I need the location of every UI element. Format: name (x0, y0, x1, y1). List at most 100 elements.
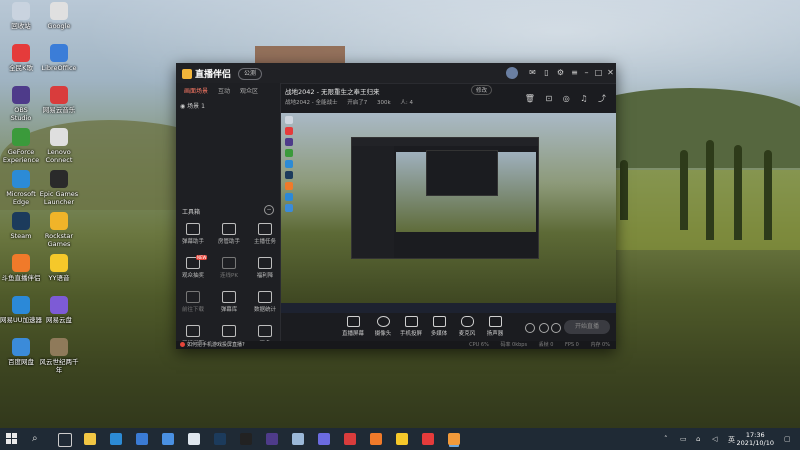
stream-preview[interactable] (281, 113, 616, 313)
preview-taskbar (281, 303, 616, 313)
desktop-icon[interactable]: 回收站 (0, 2, 42, 30)
tool-item[interactable]: 连线PK (212, 257, 246, 279)
tool-icon (258, 325, 272, 337)
menu-icon[interactable]: ≡ (570, 68, 579, 77)
settings-icon[interactable]: ⚙ (556, 68, 565, 77)
desktop-icon[interactable]: 全民K歌 (0, 44, 42, 72)
taskbar-mail-icon[interactable] (162, 433, 174, 445)
desktop-icon[interactable]: 网易云盘 (38, 296, 80, 324)
eye-icon[interactable]: ◉ (180, 103, 185, 110)
settings-icon[interactable] (551, 323, 561, 333)
desktop-icon[interactable]: Rockstar Games (38, 212, 80, 248)
tool-item[interactable]: 弹幕助手 (176, 223, 210, 245)
taskbar-record-icon[interactable] (422, 433, 434, 445)
desktop-icon[interactable]: 百度网盘 (0, 338, 42, 366)
tool-item[interactable]: 福利降 (248, 257, 282, 279)
notification-icon[interactable]: ▢ (784, 435, 791, 443)
tool-item[interactable]: 弹幕库 (212, 291, 246, 313)
desktop-icon[interactable]: Lenovo Connect (38, 128, 80, 164)
windows-taskbar: ⌕ ˄ ▭ ⌂ ◁ 英 17:36 2021/10/10 ▢ (0, 428, 800, 450)
taskbar-explorer-icon[interactable] (84, 433, 96, 445)
desktop-icon[interactable]: GeForce Experience (0, 128, 42, 164)
close-icon[interactable]: ✕ (606, 68, 615, 77)
desktop-icon-label: 斗鱼直播伴侣 (1, 274, 41, 282)
desktop-icon-label: 网易云盘 (46, 316, 72, 324)
main-content: 战地2042 - 无限重生之奉王归来 修改 战地2042 - 全能战士 开启了7… (281, 83, 616, 349)
sidebar: 画面场景 互动 观众区 ◉ 场景 1 工具箱 − 弹幕助手 房管助手 主播任务 观众抽… (176, 83, 281, 349)
record-icon[interactable] (525, 323, 535, 333)
tab-scenes[interactable]: 画面场景 (184, 86, 208, 95)
clock[interactable]: 17:36 2021/10/10 (737, 431, 774, 447)
start-live-button[interactable]: 开始直播 (564, 320, 610, 334)
maximize-icon[interactable]: □ (594, 68, 603, 77)
taskbar-dell-icon[interactable] (188, 433, 200, 445)
tool-icon (186, 325, 200, 337)
tab-audience[interactable]: 观众区 (240, 86, 258, 95)
desktop-icon[interactable]: Epic Games Launcher (38, 170, 80, 206)
tray-chevron-icon[interactable]: ˄ (664, 435, 668, 443)
message-icon[interactable]: ✉ (528, 68, 537, 77)
ime-icon[interactable]: 英 (728, 435, 735, 445)
tool-item[interactable]: 前往下载 (176, 291, 210, 313)
taskbar-qq-icon[interactable] (318, 433, 330, 445)
mobile-icon[interactable]: ▯ (542, 68, 551, 77)
tab-interact[interactable]: 互动 (218, 86, 230, 95)
desktop-icon[interactable]: 风云世纪两千年 (38, 338, 80, 374)
beta-badge[interactable]: 公测 (238, 68, 263, 80)
taskbar-network-icon[interactable] (292, 433, 304, 445)
edit-title-button[interactable]: 修改 (471, 85, 493, 95)
scene-item[interactable]: ◉ 场景 1 (180, 101, 205, 110)
taskbar-yy-icon[interactable] (396, 433, 408, 445)
notice-link[interactable]: 如何把手机游戏投屏直播? (180, 341, 245, 348)
desktop-icon-label: 全民K歌 (9, 64, 33, 72)
screen-capture-button[interactable]: 直播屏幕 (337, 316, 369, 337)
meta-category[interactable]: 战地2042 - 全能战士 (285, 100, 337, 106)
title-bar: 直播伴侣 公测 ✉ ▯ ⚙ ≡ – □ ✕ (176, 63, 616, 84)
bell-icon[interactable]: ♫ (580, 94, 587, 103)
share-icon[interactable]: ⤴ (598, 94, 606, 103)
desktop-icon[interactable]: 网易UU加速器 (0, 296, 42, 324)
battery-icon[interactable]: ▭ (680, 435, 687, 443)
collapse-icon[interactable]: − (264, 205, 274, 215)
taskbar-app-icon[interactable] (448, 433, 460, 445)
desktop-icon[interactable]: 斗鱼直播伴侣 (0, 254, 42, 282)
taskbar-epic-icon[interactable] (240, 433, 252, 445)
desktop-icon[interactable]: YY语音 (38, 254, 80, 282)
tool-item[interactable]: 数据统计 (248, 291, 282, 313)
stream-title[interactable]: 战地2042 - 无限重生之奉王归来 (285, 86, 380, 96)
desktop-icon[interactable]: 网易云音乐 (38, 86, 80, 114)
camera-icon[interactable]: ◎ (563, 94, 570, 103)
speaker-button[interactable]: 扬声器 (479, 316, 511, 337)
avatar[interactable] (506, 67, 518, 79)
tool-item[interactable]: 观众抽奖 NEW (176, 255, 210, 279)
taskbar-store-icon[interactable] (136, 433, 148, 445)
taskbar-edge-icon[interactable] (110, 433, 122, 445)
desktop-icon[interactable]: LibreOffice (38, 44, 80, 72)
tool-icon (186, 291, 200, 303)
task-view-icon[interactable] (58, 433, 72, 447)
desktop-icon-label: Microsoft Edge (6, 190, 36, 206)
tool-icon (222, 325, 236, 337)
app-icon (12, 338, 30, 356)
nested-window-inner (426, 150, 498, 196)
taskbar-obs-icon[interactable] (266, 433, 278, 445)
clip-icon[interactable] (539, 323, 549, 333)
tool-item[interactable]: 主播任务 (248, 223, 282, 245)
delete-icon[interactable]: 🗑 (525, 94, 535, 103)
taskbar-steam-icon[interactable] (214, 433, 226, 445)
tool-item[interactable]: 房管助手 (212, 223, 246, 245)
minimize-icon[interactable]: – (582, 68, 591, 77)
taskbar-netease-icon[interactable] (344, 433, 356, 445)
lock-icon[interactable]: ⊡ (546, 94, 553, 103)
desktop-icon[interactable]: OBS Studio (0, 86, 42, 122)
desktop-icon[interactable]: Microsoft Edge (0, 170, 42, 206)
desktop-icon[interactable]: Google (38, 2, 80, 30)
volume-icon[interactable]: ◁ (712, 435, 717, 443)
start-icon[interactable] (6, 433, 18, 445)
tool-label: 连线PK (220, 273, 238, 279)
network-icon[interactable]: ⌂ (696, 435, 700, 443)
search-icon[interactable]: ⌕ (32, 433, 44, 445)
app-title: 直播伴侣 (195, 70, 232, 80)
desktop-icon[interactable]: Steam (0, 212, 42, 240)
taskbar-douyu-icon[interactable] (370, 433, 382, 445)
